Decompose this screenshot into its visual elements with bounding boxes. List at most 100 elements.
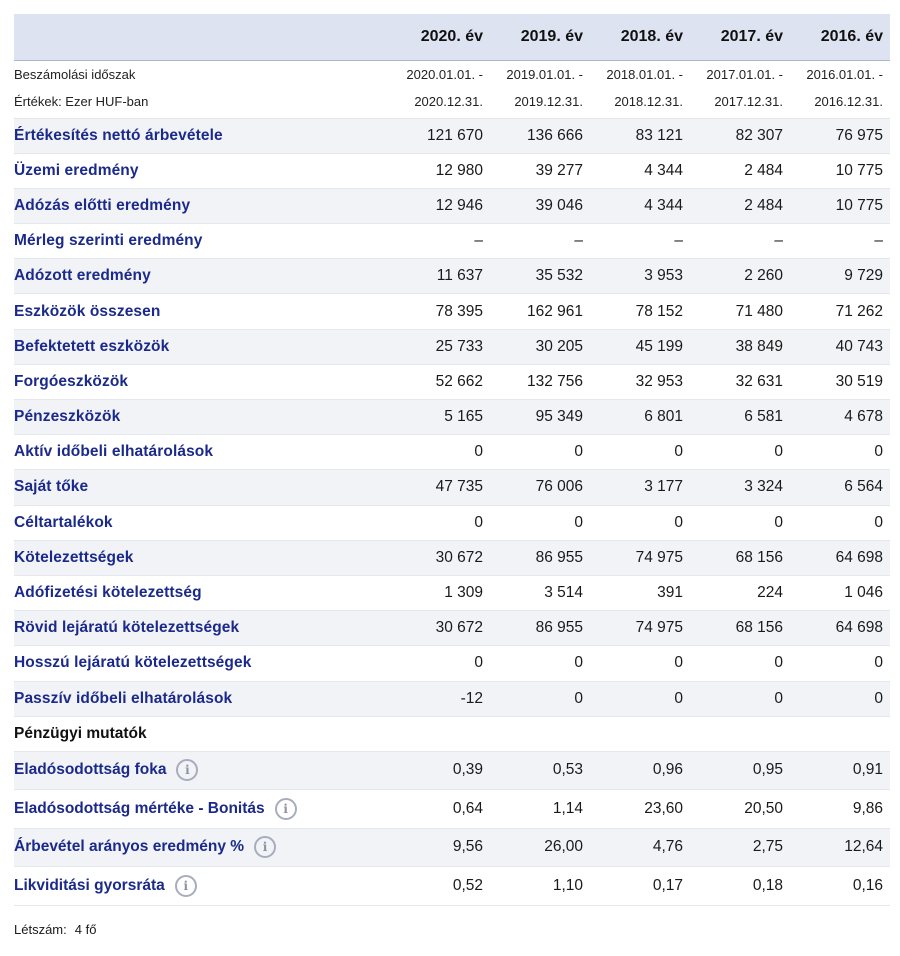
cell-value: 10 775 <box>835 196 883 214</box>
cell-value: 0 <box>474 513 483 531</box>
cell-value: 11 637 <box>436 267 483 285</box>
cell-value: 3 953 <box>644 267 683 285</box>
table-row: Befektetett eszközök 25 733 30 205 45 199 38… <box>14 329 890 365</box>
row-label[interactable]: Mérleg szerinti eredmény <box>14 224 390 259</box>
cell-value: 74 975 <box>635 619 683 637</box>
ratio-value: 0,96 <box>652 761 683 779</box>
row-label[interactable]: Saját tőke <box>14 470 390 505</box>
year-header: 2020. év <box>420 27 483 45</box>
cell-value: 47 735 <box>435 478 483 496</box>
cell-value: 68 156 <box>735 548 783 566</box>
row-label[interactable]: Adózott eredmény <box>14 259 390 294</box>
table-row: Aktív időbeli elhatárolások 0 0 0 0 0 <box>14 435 890 470</box>
cell-value: – <box>574 232 583 250</box>
cell-value: 76 975 <box>835 126 883 144</box>
ratio-value: 1,10 <box>552 876 583 894</box>
header-corner <box>14 14 390 60</box>
cell-value: 40 743 <box>835 337 883 355</box>
ratio-row: Árbevétel arányos eredmény % i 9,56 26,00 4,… <box>14 828 890 867</box>
cell-value: 45 199 <box>635 337 683 355</box>
ratio-row: Eladósodottság mértéke - Bonitás i 0,64 1,1… <box>14 790 890 829</box>
cell-value: 1 309 <box>444 584 483 602</box>
table-row: Forgóeszközök 52 662 132 756 32 953 32 631 30… <box>14 364 890 400</box>
row-label[interactable]: Hosszú lejáratú kötelezettségek <box>14 646 390 681</box>
cell-value: 6 801 <box>644 408 683 426</box>
cell-value: 0 <box>574 689 583 707</box>
ratio-value: 26,00 <box>544 838 583 856</box>
staff-count-value: 4 fő <box>74 922 97 937</box>
table-row: Adófizetési kötelezettség 1 309 3 514 391 22… <box>14 575 890 611</box>
row-label[interactable]: Értékesítés nettó árbevétele <box>14 118 390 153</box>
cell-value: – <box>774 232 783 250</box>
row-label[interactable]: Üzemi eredmény <box>14 153 390 188</box>
cell-value: 71 262 <box>835 302 883 320</box>
ratio-value: 12,64 <box>844 838 883 856</box>
cell-value: 391 <box>657 584 683 602</box>
table-row: Üzemi eredmény 12 980 39 277 4 344 2 484 10 7… <box>14 153 890 189</box>
ratio-label-cell: Eladósodottság mértéke - Bonitás i <box>14 790 390 829</box>
cell-value: 71 480 <box>735 302 783 320</box>
ratio-value: 0,17 <box>652 876 683 894</box>
cell-value: 0 <box>674 654 683 672</box>
ratio-value: 0,64 <box>452 799 483 817</box>
cell-value: 95 349 <box>535 408 583 426</box>
ratio-label-cell: Likviditási gyorsráta i <box>14 867 390 906</box>
cell-value: 6 564 <box>844 478 883 496</box>
cell-value: 0 <box>474 443 483 461</box>
row-label[interactable]: Adózás előtti eredmény <box>14 188 390 223</box>
cell-value: 0 <box>674 689 683 707</box>
cell-value: 82 307 <box>735 126 783 144</box>
cell-value: 32 631 <box>735 372 783 390</box>
cell-value: 2 260 <box>744 267 783 285</box>
staff-count: Létszám: 4 fő <box>14 922 96 937</box>
cell-value: 132 756 <box>526 372 583 390</box>
table-row: Hosszú lejáratú kötelezettségek 0 0 0 0 0 <box>14 646 890 681</box>
row-label[interactable]: Passzív időbeli elhatárolások <box>14 681 390 716</box>
period-end: 2020.12.31. <box>414 93 483 109</box>
ratio-label[interactable]: Eladósodottság foka <box>14 762 166 779</box>
ratio-label[interactable]: Eladósodottság mértéke - Bonitás <box>14 800 265 817</box>
cell-value: 224 <box>757 584 783 602</box>
ratio-label[interactable]: Likviditási gyorsráta <box>14 877 165 894</box>
cell-value: 32 953 <box>635 372 683 390</box>
cell-value: 76 006 <box>535 478 583 496</box>
row-label[interactable]: Aktív időbeli elhatárolások <box>14 435 390 470</box>
row-label[interactable]: Forgóeszközök <box>14 364 390 399</box>
cell-value: 4 344 <box>644 196 683 214</box>
year-header: 2016. év <box>820 27 883 45</box>
info-circle-icon[interactable]: i <box>176 759 199 782</box>
row-label[interactable]: Kötelezettségek <box>14 540 390 575</box>
row-label[interactable]: Adófizetési kötelezettség <box>14 575 390 610</box>
cell-value: 0 <box>474 654 483 672</box>
info-circle-icon[interactable]: i <box>254 836 277 859</box>
row-label[interactable]: Céltartalékok <box>14 505 390 540</box>
row-label[interactable]: Eszközök összesen <box>14 294 390 329</box>
row-label[interactable]: Rövid lejáratú kötelezettségek <box>14 611 390 646</box>
ratio-value: 0,52 <box>452 876 483 894</box>
table-row: Céltartalékok 0 0 0 0 0 <box>14 505 890 541</box>
cell-value: 0 <box>874 513 883 531</box>
ratio-value: 2,75 <box>752 838 783 856</box>
ratio-value: 0,18 <box>752 876 783 894</box>
cell-value: 25 733 <box>435 337 483 355</box>
period-start: 2018.01.01. - <box>606 66 683 82</box>
info-circle-icon[interactable]: i <box>274 797 297 820</box>
row-label[interactable]: Pénzeszközök <box>14 400 390 435</box>
ratio-value: 9,56 <box>452 838 483 856</box>
cell-value: 10 775 <box>835 161 883 179</box>
cell-value: -12 <box>460 689 483 707</box>
cell-value: 64 698 <box>835 619 883 637</box>
ratio-row: Eladósodottság foka i 0,39 0,53 0,96 0,95 0,91 <box>14 751 890 790</box>
year-header: 2017. év <box>720 27 783 45</box>
reporting-period-label: Beszámolási időszak <box>14 66 136 82</box>
ratio-value: 0,16 <box>852 876 883 894</box>
cell-value: 30 672 <box>435 548 483 566</box>
cell-value: 3 514 <box>544 584 583 602</box>
cell-value: 12 980 <box>435 161 483 179</box>
period-end: 2018.12.31. <box>614 93 683 109</box>
cell-value: 0 <box>574 513 583 531</box>
table-row: Passzív időbeli elhatárolások -12 0 0 0 0 <box>14 681 890 717</box>
info-circle-icon[interactable]: i <box>174 874 197 897</box>
ratio-label[interactable]: Árbevétel arányos eredmény % <box>14 839 244 856</box>
row-label[interactable]: Befektetett eszközök <box>14 329 390 364</box>
